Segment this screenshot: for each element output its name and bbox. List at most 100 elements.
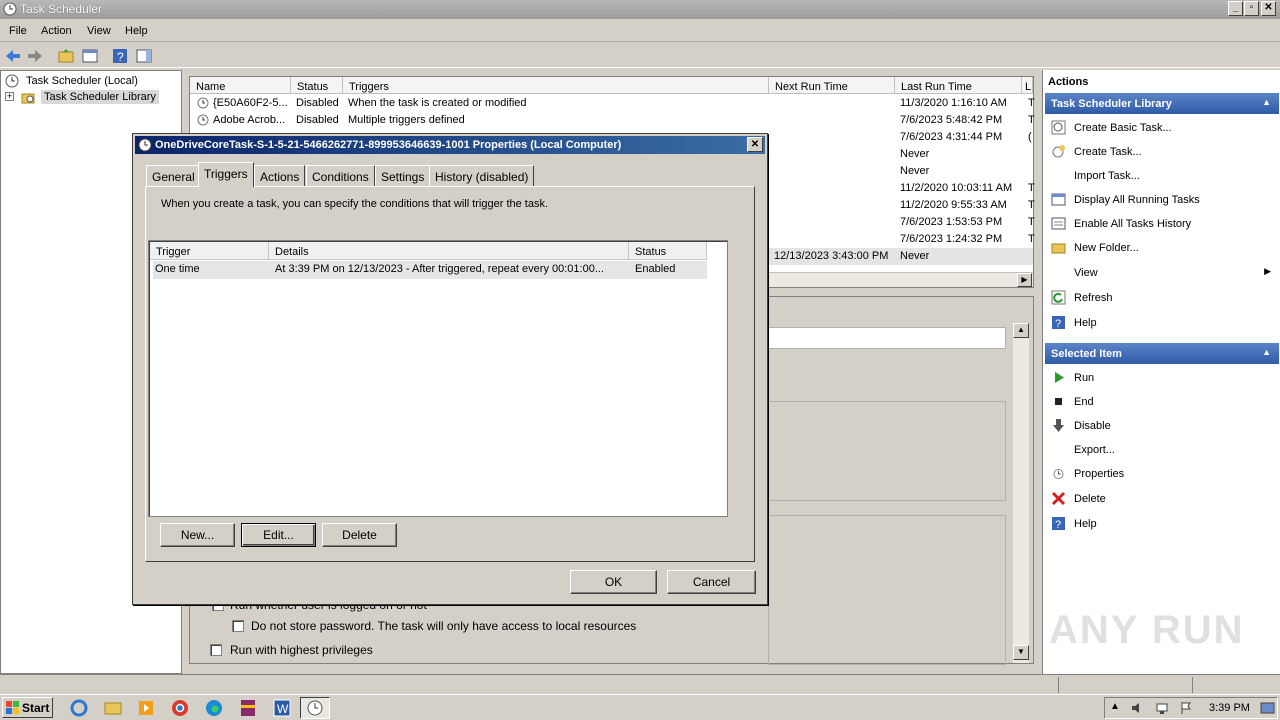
col-header-extra[interactable]: L [1022, 77, 1033, 94]
window-title-bar[interactable]: Task Scheduler _ ▫ ✕ [0, 0, 1280, 19]
section-label: Task Scheduler Library [1051, 98, 1172, 110]
close-button[interactable]: ✕ [1261, 1, 1276, 16]
cell-status: Disabled [296, 97, 339, 109]
new-trigger-button[interactable]: New... [160, 523, 235, 547]
action-label: Create Task... [1074, 146, 1142, 158]
show-action-pane-icon[interactable] [135, 47, 153, 65]
action-label: Delete [1074, 493, 1106, 505]
table-row[interactable]: Adobe Acrob... Disabled Multiple trigger… [190, 112, 1035, 129]
scroll-up-arrow-icon[interactable]: ▲ [1013, 323, 1029, 338]
action-create-basic-task[interactable]: Create Basic Task... [1045, 117, 1279, 139]
action-view[interactable]: View ▶ [1045, 262, 1279, 284]
chrome-icon[interactable] [169, 698, 191, 718]
action-label: Create Basic Task... [1074, 122, 1172, 134]
tab-settings[interactable]: Settings [375, 165, 431, 186]
trigger-row[interactable]: One time At 3:39 PM on 12/13/2023 - Afte… [153, 261, 707, 279]
forward-arrow-icon[interactable] [26, 47, 44, 65]
col-header-name[interactable]: Name [190, 77, 291, 94]
vertical-scrollbar[interactable]: ▲ ▼ [1013, 323, 1029, 663]
menu-view[interactable]: View [87, 25, 111, 37]
dialog-title-bar[interactable]: OneDriveCoreTask-S-1-5-21-5466262771-899… [135, 136, 765, 154]
cancel-button[interactable]: Cancel [667, 570, 756, 594]
show-hide-console-icon[interactable] [81, 47, 99, 65]
actions-pane: Actions Task Scheduler Library ▲ Create … [1042, 70, 1280, 674]
action-export[interactable]: Export... [1045, 439, 1279, 461]
action-properties[interactable]: Properties [1045, 463, 1279, 485]
start-button[interactable]: Start [2, 697, 53, 718]
action-label: View [1074, 267, 1098, 279]
menu-action[interactable]: Action [41, 25, 72, 37]
menu-help[interactable]: Help [125, 25, 148, 37]
cell-last-run: 7/6/2023 1:53:53 PM [900, 216, 1003, 228]
up-folder-icon[interactable] [57, 47, 75, 65]
help-icon[interactable]: ? [111, 47, 129, 65]
tab-general[interactable]: General [146, 165, 201, 186]
cell-last-run: 7/6/2023 5:48:42 PM [900, 114, 1003, 126]
minimize-button[interactable]: _ [1228, 1, 1243, 16]
tree-root-label: Task Scheduler (Local) [26, 75, 138, 87]
flag-icon[interactable] [1179, 701, 1193, 715]
action-new-folder[interactable]: New Folder... [1045, 237, 1279, 259]
action-disable[interactable]: Disable [1045, 415, 1279, 437]
action-run[interactable]: Run [1045, 367, 1279, 389]
action-create-task[interactable]: Create Task... [1045, 141, 1279, 163]
delete-trigger-button[interactable]: Delete [322, 523, 397, 547]
ie-icon[interactable] [68, 698, 90, 718]
highest-privileges-label: Run with highest privileges [230, 643, 373, 657]
action-display-running[interactable]: Display All Running Tasks [1045, 189, 1279, 211]
scroll-right-arrow-icon[interactable]: ▶ [1017, 273, 1032, 287]
cell-details: At 3:39 PM on 12/13/2023 - After trigger… [275, 263, 604, 275]
action-import-task[interactable]: Import Task... [1045, 165, 1279, 187]
col-header-next-run[interactable]: Next Run Time [769, 77, 895, 94]
action-end[interactable]: End [1045, 391, 1279, 413]
actions-section-library[interactable]: Task Scheduler Library ▲ [1045, 93, 1279, 114]
network-icon[interactable] [1155, 701, 1169, 715]
col-header-details[interactable]: Details [269, 242, 629, 260]
task-clock-icon [197, 114, 209, 126]
action-enable-history[interactable]: Enable All Tasks History [1045, 213, 1279, 235]
action-help-selected[interactable]: ? Help [1045, 513, 1279, 535]
tab-triggers[interactable]: Triggers [198, 162, 254, 187]
expand-toggle[interactable]: + [5, 92, 14, 101]
tray-expand-icon[interactable]: ▲ [1110, 701, 1120, 712]
tab-actions[interactable]: Actions [254, 165, 306, 186]
show-desktop-icon[interactable] [1260, 701, 1275, 715]
action-help[interactable]: ? Help [1045, 312, 1279, 334]
edit-trigger-button[interactable]: Edit... [241, 523, 316, 547]
media-player-icon[interactable] [135, 698, 157, 718]
action-refresh[interactable]: Refresh [1045, 287, 1279, 309]
col-header-status[interactable]: Status [629, 242, 707, 260]
clock-time[interactable]: 3:39 PM [1209, 702, 1250, 714]
actions-section-selected[interactable]: Selected Item ▲ [1045, 343, 1279, 364]
triggers-table: Trigger Details Status One time At 3:39 … [148, 240, 728, 517]
cell-last-run: 11/3/2020 1:16:10 AM [900, 97, 1007, 109]
highest-privileges-checkbox[interactable] [210, 644, 222, 656]
col-header-triggers[interactable]: Triggers [343, 77, 769, 94]
word-icon[interactable]: W [271, 698, 293, 718]
col-header-trigger[interactable]: Trigger [150, 242, 269, 260]
cell-extra: T [1028, 182, 1035, 194]
collapse-icon[interactable]: ▲ [1262, 97, 1271, 107]
action-delete[interactable]: Delete [1045, 488, 1279, 510]
collapse-icon[interactable]: ▲ [1262, 347, 1271, 357]
explorer-folder-icon[interactable] [102, 698, 124, 718]
col-header-status[interactable]: Status [291, 77, 343, 94]
create-task-icon [1052, 145, 1065, 158]
table-row[interactable]: {E50A60F2-5... Disabled When the task is… [190, 95, 1035, 112]
back-arrow-icon[interactable] [4, 47, 22, 65]
tab-conditions[interactable]: Conditions [306, 165, 375, 186]
action-label: Enable All Tasks History [1074, 218, 1192, 230]
tab-history[interactable]: History (disabled) [429, 165, 535, 186]
no-store-password-checkbox[interactable] [232, 620, 244, 632]
maximize-button[interactable]: ▫ [1244, 1, 1259, 16]
dialog-close-button[interactable]: ✕ [747, 137, 763, 152]
scroll-down-arrow-icon[interactable]: ▼ [1013, 645, 1029, 660]
edge-icon[interactable] [203, 698, 225, 718]
winrar-icon[interactable] [237, 698, 259, 718]
col-header-last-run[interactable]: Last Run Time [895, 77, 1022, 94]
ok-button[interactable]: OK [570, 570, 657, 594]
task-scheduler-taskbar-button[interactable] [300, 697, 330, 719]
submenu-arrow-icon: ▶ [1264, 266, 1271, 276]
volume-icon[interactable] [1130, 701, 1144, 715]
menu-file[interactable]: File [9, 25, 27, 37]
